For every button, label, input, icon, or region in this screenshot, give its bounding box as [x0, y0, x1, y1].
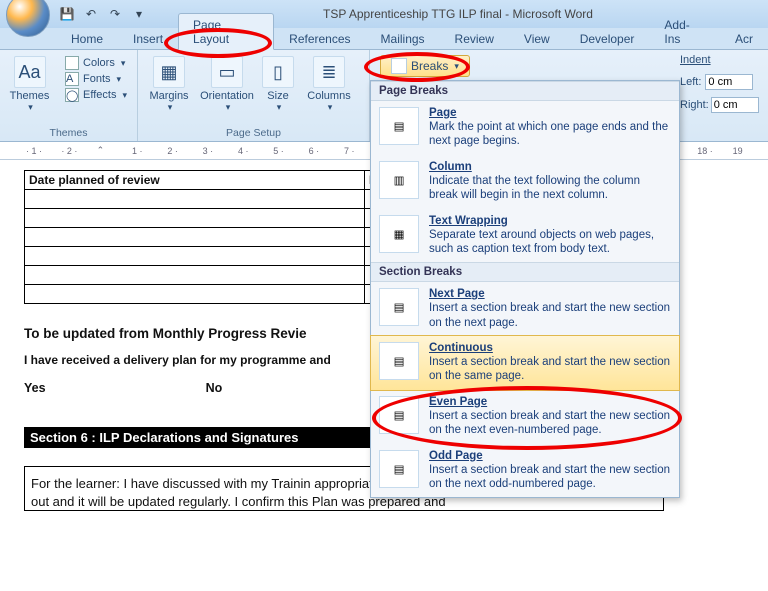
breaks-icon [391, 58, 407, 74]
indent-right-input[interactable] [711, 97, 759, 113]
tab-developer[interactable]: Developer [565, 27, 650, 49]
table-cell[interactable] [25, 247, 365, 266]
tab-view[interactable]: View [509, 27, 565, 49]
orientation-button[interactable]: ▭Orientation▾ [200, 52, 254, 113]
chevron-down-icon: ▾ [454, 61, 459, 72]
page-break-icon: ▤ [379, 107, 419, 145]
undo-icon[interactable]: ↶ [82, 5, 100, 23]
group-page-setup: ▦Margins▾ ▭Orientation▾ ▯Size▾ ≣Columns▾… [138, 50, 370, 141]
group-themes: Aa Themes ▾ Colors▾ AFonts▾ ◯Effects▾ Th… [0, 50, 138, 141]
breaks-menu-header-page: Page Breaks [371, 81, 679, 101]
save-icon[interactable]: 💾 [58, 5, 76, 23]
breaks-menu-header-section: Section Breaks [371, 262, 679, 282]
indent-heading: Indent [680, 54, 711, 66]
tab-home[interactable]: Home [56, 27, 118, 49]
tab-insert[interactable]: Insert [118, 27, 178, 49]
indent-right-label: Right: [680, 99, 709, 111]
colors-icon [65, 56, 79, 70]
redo-icon[interactable]: ↷ [106, 5, 124, 23]
columns-button[interactable]: ≣Columns▾ [302, 52, 356, 113]
tab-mailings[interactable]: Mailings [366, 27, 440, 49]
column-break-icon: ▥ [379, 161, 419, 199]
table-cell[interactable] [25, 190, 365, 209]
breaks-label: Breaks [411, 59, 448, 73]
doc-yes: Yes [24, 381, 46, 395]
fonts-icon: A [65, 72, 79, 86]
size-button[interactable]: ▯Size▾ [258, 52, 298, 113]
group-label-themes: Themes [4, 126, 133, 141]
quick-access-toolbar: 💾 ↶ ↷ ▾ [58, 5, 148, 23]
indent-left-input[interactable] [705, 74, 753, 90]
themes-label: Themes [10, 90, 50, 102]
columns-icon: ≣ [313, 56, 345, 88]
doc-no: No [206, 381, 223, 395]
group-label-page-setup: Page Setup [142, 126, 365, 141]
table-cell[interactable] [25, 285, 365, 304]
table-cell[interactable] [25, 209, 365, 228]
breaks-button[interactable]: Breaks ▾ [380, 55, 470, 77]
breaks-item-text-wrapping[interactable]: ▦ Text WrappingSeparate text around obje… [371, 209, 679, 263]
table-cell[interactable] [25, 266, 365, 285]
breaks-dropdown-menu: Page Breaks ▤ PageMark the point at whic… [370, 80, 680, 498]
table-header-1: Date planned of review [25, 171, 365, 190]
breaks-item-odd-page[interactable]: ▤ Odd PageInsert a section break and sta… [371, 444, 679, 498]
tab-page-layout[interactable]: Page Layout [178, 13, 274, 50]
indent-left-label: Left: [680, 76, 701, 88]
breaks-item-page[interactable]: ▤ PageMark the point at which one page e… [371, 101, 679, 155]
tab-acrobat[interactable]: Acr [720, 27, 768, 49]
next-page-icon: ▤ [379, 288, 419, 326]
qat-dropdown-icon[interactable]: ▾ [130, 5, 148, 23]
ribbon-tabs: Home Insert Page Layout References Maili… [0, 28, 768, 50]
size-icon: ▯ [262, 56, 294, 88]
themes-icon: Aa [14, 56, 46, 88]
margins-button[interactable]: ▦Margins▾ [142, 52, 196, 113]
orientation-icon: ▭ [211, 56, 243, 88]
tab-references[interactable]: References [274, 27, 365, 49]
even-page-icon: ▤ [379, 396, 419, 434]
tab-add-ins[interactable]: Add-Ins [649, 13, 720, 49]
breaks-item-even-page[interactable]: ▤ Even PageInsert a section break and st… [371, 390, 679, 444]
chevron-down-icon: ▾ [28, 102, 33, 113]
colors-button[interactable]: Colors▾ [59, 55, 133, 71]
tab-review[interactable]: Review [440, 27, 509, 49]
odd-page-icon: ▤ [379, 450, 419, 488]
breaks-item-continuous[interactable]: ▤ ContinuousInsert a section break and s… [371, 336, 679, 390]
themes-button[interactable]: Aa Themes ▾ [4, 52, 55, 113]
table-cell[interactable] [25, 228, 365, 247]
fonts-button[interactable]: AFonts▾ [59, 71, 133, 87]
margins-icon: ▦ [153, 56, 185, 88]
doc-section6-banner: Section 6 : ILP Declarations and Signatu… [24, 427, 384, 448]
breaks-item-column[interactable]: ▥ ColumnIndicate that the text following… [371, 155, 679, 209]
text-wrapping-icon: ▦ [379, 215, 419, 253]
group-paragraph: Indent Left: Right: [672, 50, 768, 141]
effects-button[interactable]: ◯Effects▾ [59, 87, 133, 103]
breaks-item-next-page[interactable]: ▤ Next PageInsert a section break and st… [371, 282, 679, 336]
continuous-icon: ▤ [379, 342, 419, 380]
effects-icon: ◯ [65, 88, 79, 102]
